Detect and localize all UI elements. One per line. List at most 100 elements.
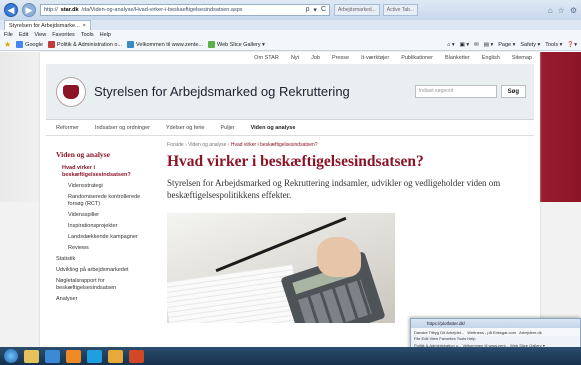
nav-ydelser[interactable]: Ydelser og ferie [166, 125, 205, 131]
page-icon [47, 41, 55, 48]
start-orb-icon[interactable] [4, 349, 18, 363]
fav-google[interactable]: Google [16, 41, 43, 48]
fav-label: Web Slice Gallery ▾ [217, 41, 265, 48]
address-domain: star.dk [60, 7, 79, 13]
browser-titlebar: ◀ ▶ http://star.dk/da/Viden-og-analyse/H… [0, 0, 581, 20]
address-tools: ρ ▾ C [305, 6, 326, 14]
explorer-icon[interactable] [24, 349, 39, 363]
util-link[interactable]: Publikationer [401, 55, 433, 61]
refresh-icon[interactable]: C [321, 6, 326, 14]
menu-view[interactable]: View [34, 32, 46, 38]
breadcrumb-link[interactable]: Forside [167, 142, 184, 148]
crown-logo-icon[interactable] [56, 76, 86, 107]
main-nav: Reformer Indsatser og ordninger Ydelser … [46, 120, 534, 136]
address-path: /da/Viden-og-analyse/Hvad-virker-i-beska… [81, 7, 243, 13]
left-nav-sub[interactable]: Reviews [56, 245, 157, 252]
taskbar [0, 347, 581, 365]
current-tab[interactable]: Styrelsen for Arbejdsmarke... × [4, 20, 91, 30]
util-link[interactable]: Sitemap [512, 55, 532, 61]
left-nav-heading[interactable]: Viden og analyse [56, 150, 157, 159]
nav-viden[interactable]: Viden og analyse [251, 125, 296, 131]
nav-indsatser[interactable]: Indsatser og ordninger [95, 125, 150, 131]
breadcrumb-link[interactable]: Viden og analyse [188, 142, 226, 148]
peek-address: https://plotfatter.dk/ [411, 319, 580, 328]
left-nav-item[interactable]: Analyser [56, 296, 157, 303]
back-button[interactable]: ◀ [4, 3, 18, 17]
google-icon [16, 41, 24, 48]
fav-label: Velkommen til www.zente... [136, 41, 203, 48]
util-link[interactable]: English [482, 55, 500, 61]
breadcrumb-current: Hvad virker i beskæftigelsesindsatsen? [230, 142, 318, 148]
left-nav-sub[interactable]: Inspirationsprojekter [56, 223, 157, 230]
left-nav-sub[interactable]: Vidensspiller [56, 212, 157, 219]
lead-paragraph: Styrelsen for Arbejdsmarked og Rekrutter… [167, 178, 501, 200]
util-link[interactable]: Blanketter [445, 55, 470, 61]
address-bar[interactable]: http://star.dk/da/Viden-og-analyse/Hvad-… [40, 4, 330, 16]
ie-icon[interactable] [45, 349, 60, 363]
breadcrumb: Forside › Viden og analyse › Hvad virker… [167, 142, 318, 148]
peek-tab[interactable]: Arbejdere.dk [519, 330, 542, 335]
skype-icon[interactable] [87, 349, 102, 363]
util-link[interactable]: Presse [332, 55, 349, 61]
util-link[interactable]: Om STAR [254, 55, 279, 61]
favorites-star-icon[interactable]: ★ [4, 40, 11, 49]
mail-button[interactable]: ✉ [474, 42, 479, 48]
search-button[interactable]: Søg [500, 85, 526, 98]
peek-tab[interactable]: Danske Tilbyg Dit Arbejdet... [414, 330, 464, 335]
home-button[interactable]: ⌂ ▾ [447, 42, 455, 48]
site-container: Om STAR Nyt Job Presse It-værktøjer Publ… [40, 52, 540, 347]
menu-favorites[interactable]: Favorites [52, 32, 75, 38]
powerpoint-icon[interactable] [129, 349, 144, 363]
util-link[interactable]: Nyt [291, 55, 299, 61]
nav-puljer[interactable]: Puljer [221, 125, 235, 131]
feeds-button[interactable]: ▣ ▾ [460, 42, 470, 48]
help-menu[interactable]: ❓▾ [567, 42, 577, 48]
fav-label: Politik & Administration o... [56, 41, 123, 48]
hand-graphic [317, 237, 361, 277]
fav-velkommen[interactable]: Velkommen til www.zente... [127, 41, 203, 48]
forward-button[interactable]: ▶ [22, 3, 36, 17]
nav-reformer[interactable]: Reformer [56, 125, 79, 131]
address-scheme: http:// [44, 7, 58, 13]
menu-tools[interactable]: Tools [81, 32, 94, 38]
left-nav-sub[interactable]: Vidensstrategi [56, 183, 157, 190]
site-brand[interactable]: Styrelsen for Arbejdsmarked og Rekrutter… [94, 84, 350, 99]
left-nav-active[interactable]: Hvad virker i beskæftigelsesindsatsen? [56, 165, 157, 179]
page-title: Hvad virker i beskæftigelsesindsatsen? [167, 153, 424, 170]
left-nav-item[interactable]: Udvikling på arbejdsmarkedet [56, 267, 157, 274]
main-content: Forside › Viden og analyse › Hvad virker… [157, 136, 534, 323]
dropdown-icon[interactable]: ▾ [313, 6, 317, 14]
close-tab-icon[interactable]: × [83, 23, 86, 29]
home-icon[interactable]: ⌂ [548, 6, 553, 15]
content-area: Viden og analyse Hvad virker i beskæftig… [46, 136, 534, 323]
menu-edit[interactable]: Edit [19, 32, 28, 38]
background-tab[interactable]: Active Tab... [382, 4, 418, 16]
util-link[interactable]: It-værktøjer [361, 55, 389, 61]
window-buttons: ⌂ ☆ ⚙ [548, 6, 577, 15]
search-icon[interactable]: ρ [305, 6, 309, 14]
tools-menu[interactable]: Tools ▾ [545, 42, 562, 48]
safety-menu[interactable]: Safety ▾ [520, 42, 540, 48]
search-input[interactable]: Indtast søgeord [414, 85, 497, 98]
left-nav-item[interactable]: Statistik [56, 256, 157, 263]
peek-tab[interactable]: Wettness - på Eriksgar.com [467, 330, 516, 335]
util-link[interactable]: Job [311, 55, 320, 61]
favorites-bar: ★ Google Politik & Administration o... V… [0, 39, 581, 51]
menu-file[interactable]: File [4, 32, 13, 38]
favorites-star-icon[interactable]: ☆ [558, 6, 565, 15]
left-nav-item[interactable]: Nøgletalsrapport for beskæftigelsesindsa… [56, 278, 157, 292]
outlook-icon[interactable] [108, 349, 123, 363]
settings-gear-icon[interactable]: ⚙ [570, 6, 577, 15]
fav-politik[interactable]: Politik & Administration o... [47, 41, 123, 48]
left-nav-sub[interactable]: Landsdækkende kampagner [56, 234, 157, 241]
left-nav-sub[interactable]: Randomiserede kontrollerede forsøg (RCT) [56, 194, 157, 208]
media-player-icon[interactable] [66, 349, 81, 363]
fav-web-slice[interactable]: Web Slice Gallery ▾ [208, 41, 265, 48]
menu-help[interactable]: Help [100, 32, 111, 38]
peek-menu: File Edit View Favorites Tools Help [414, 336, 476, 341]
print-button[interactable]: ▤ ▾ [484, 42, 494, 48]
ie-icon [127, 41, 135, 48]
page-menu[interactable]: Page ▾ [498, 42, 515, 48]
background-tab[interactable]: Arbejdsmarked... [334, 4, 380, 16]
peek-tabs: Danske Tilbyg Dit Arbejdet... Wettness -… [411, 328, 580, 336]
